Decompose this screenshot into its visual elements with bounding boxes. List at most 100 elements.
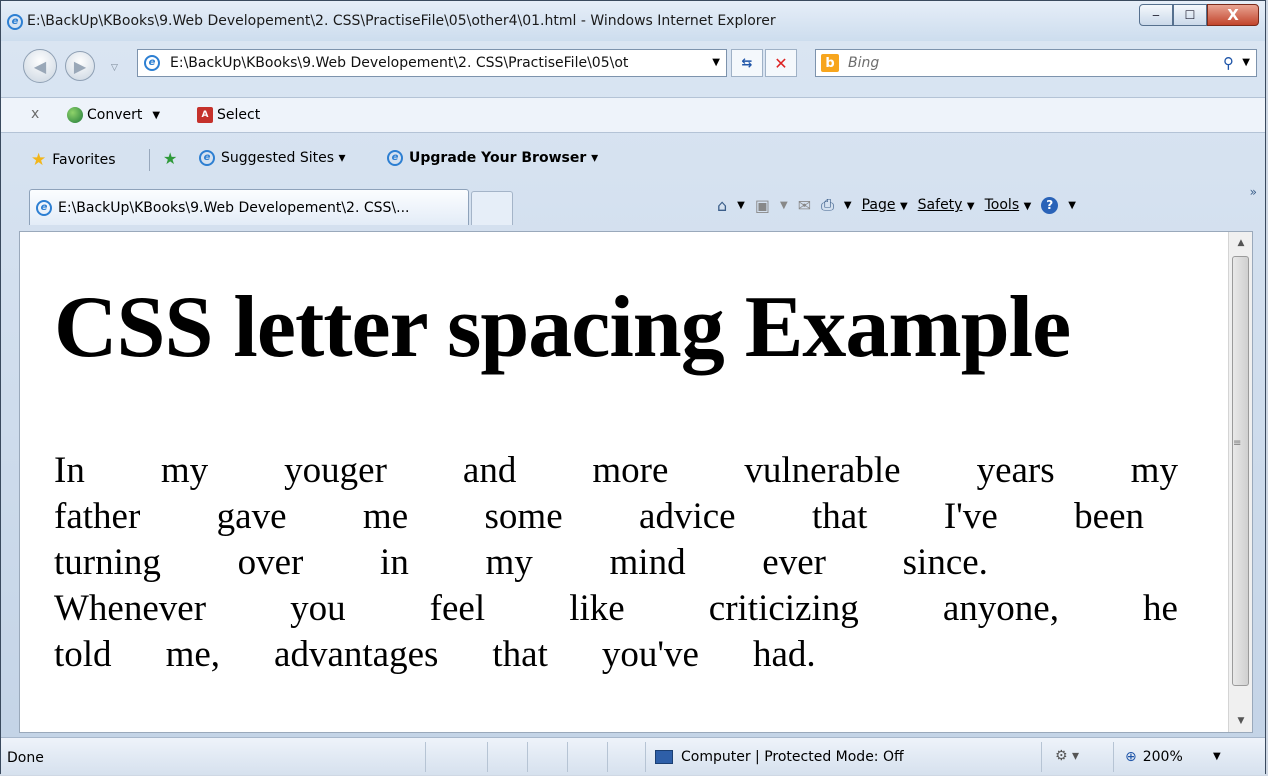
navigation-bar: ◀ ▶ ▽ e E:\BackUp\KBooks\9.Web Developem… [1, 41, 1265, 93]
help-icon[interactable]: ? [1041, 196, 1059, 214]
scrollbar-thumb[interactable] [1232, 256, 1249, 686]
paragraph-word: and [462, 450, 517, 491]
address-input[interactable]: E:\BackUp\KBooks\9.Web Developement\2. C… [170, 55, 628, 71]
upgrade-browser-button[interactable]: e Upgrade Your Browser ▾ [387, 150, 598, 166]
paragraph-word: some [484, 496, 563, 537]
zoom-magnifier-icon: ⊕ [1125, 749, 1137, 765]
zoom-control[interactable]: ⊕ 200% [1125, 749, 1183, 765]
security-zone[interactable]: Computer | Protected Mode: Off [655, 749, 904, 765]
page-menu[interactable]: Page ▼ [862, 197, 908, 213]
computer-zone-icon [655, 750, 673, 764]
status-divider [527, 742, 528, 772]
add-to-favorites-icon[interactable]: ★ [163, 149, 177, 168]
status-text: Done [7, 750, 44, 766]
print-icon[interactable]: ⎙ [821, 195, 834, 215]
recent-pages-dropdown[interactable]: ▽ [111, 63, 118, 73]
tab-active[interactable]: e E:\BackUp\KBooks\9.Web Developement\2.… [29, 189, 469, 225]
minimize-button[interactable]: ‒ [1139, 4, 1173, 26]
suggested-sites-icon: e [199, 150, 215, 166]
title-bar: e E:\BackUp\KBooks\9.Web Developement\2.… [1, 1, 1265, 41]
maximize-button[interactable]: ☐ [1173, 4, 1207, 26]
read-mail-icon[interactable]: ✉ [798, 196, 811, 215]
paragraph-line: father gave me some advice that I've been [54, 494, 1144, 540]
paragraph-line: told me, advantages that you've had. [54, 632, 1178, 678]
paragraph-word: me [362, 496, 409, 537]
back-button[interactable]: ◀ [23, 49, 57, 83]
scroll-down-icon[interactable]: ▼ [1229, 710, 1252, 732]
favorites-button[interactable]: ★ Favorites [31, 150, 116, 170]
paragraph-word: years [976, 450, 1055, 491]
search-input[interactable]: Bing [848, 55, 879, 71]
print-dropdown-icon[interactable]: ▼ [844, 200, 852, 211]
convert-dropdown-icon[interactable]: ▼ [152, 110, 160, 121]
pdf-toolbar: x Convert ▼ A Select [1, 97, 1265, 133]
tools-menu-dropdown-icon: ▼ [1023, 201, 1032, 212]
favorites-bar: ★ Favorites ★ e Suggested Sites ▾ e Upgr… [1, 141, 1265, 179]
suggested-sites-label: Suggested Sites ▾ [221, 150, 346, 166]
select-button[interactable]: A Select [197, 107, 260, 123]
forward-arrow-icon: ▶ [73, 56, 87, 76]
tools-menu[interactable]: Tools ▼ [985, 197, 1032, 213]
address-dropdown-icon[interactable]: ▼ [712, 57, 720, 68]
page-viewport: CSS letter spacing Example In my youger and… [19, 231, 1253, 733]
protected-mode-icon[interactable]: ⚙ ▾ [1055, 748, 1079, 764]
pdf-select-icon: A [197, 107, 213, 123]
paragraph-word: more [592, 450, 669, 491]
stop-button[interactable]: ✕ [765, 49, 797, 77]
help-dropdown-icon[interactable]: ▼ [1068, 200, 1076, 211]
paragraph-word: advice [639, 496, 736, 537]
forward-button[interactable]: ▶ [65, 51, 95, 81]
feeds-dropdown-icon[interactable]: ▼ [780, 200, 788, 211]
vertical-scrollbar[interactable]: ▲ ≡ ▼ [1228, 232, 1252, 732]
upgrade-browser-icon: e [387, 150, 403, 166]
page-menu-dropdown-icon: ▼ [899, 201, 908, 212]
tab-page-icon: e [36, 200, 52, 216]
favorites-label: Favorites [52, 152, 116, 168]
paragraph-word: criticizing [708, 588, 859, 629]
status-bar: Done Computer | Protected Mode: Off ⚙ ▾ … [1, 737, 1265, 775]
search-box[interactable]: b Bing ⚲ ▼ [815, 49, 1257, 77]
back-arrow-icon: ◀ [33, 56, 47, 76]
safety-menu[interactable]: Safety ▼ [918, 197, 975, 213]
close-toolbar-button[interactable]: x [31, 106, 39, 122]
upgrade-browser-label: Upgrade Your Browser ▾ [409, 150, 599, 166]
search-icon[interactable]: ⚲ [1223, 54, 1234, 72]
new-tab-button[interactable] [471, 191, 513, 225]
paragraph-word: Whenever [54, 588, 207, 629]
home-dropdown-icon[interactable]: ▼ [737, 200, 745, 211]
feeds-icon[interactable]: ▣ [755, 196, 770, 215]
paragraph-word: I've [943, 496, 998, 537]
more-commands-chevron-icon[interactable]: » [1250, 185, 1257, 199]
suggested-sites-button[interactable]: e Suggested Sites ▾ [199, 150, 346, 166]
search-options-dropdown-icon[interactable]: ▼ [1242, 57, 1250, 68]
address-bar[interactable]: e E:\BackUp\KBooks\9.Web Developement\2.… [137, 49, 727, 77]
paragraph-line: turning over in my mind ever since. [54, 540, 988, 586]
paragraph-word: gave [216, 496, 287, 537]
zoom-level: 200% [1142, 749, 1183, 765]
paragraph-word: advantages [274, 634, 439, 675]
home-icon[interactable]: ⌂ [717, 196, 727, 215]
stop-icon: ✕ [774, 53, 788, 73]
paragraph-word: been [1074, 496, 1144, 537]
ie-logo-icon: e [7, 14, 23, 30]
refresh-button[interactable]: ⇆ [731, 49, 763, 77]
paragraph-word: my [485, 542, 533, 583]
status-divider [1113, 742, 1114, 772]
paragraph-word: youger [284, 450, 387, 491]
paragraph-word: that [492, 634, 548, 675]
paragraph-word: told [54, 634, 112, 675]
select-label: Select [217, 107, 261, 123]
paragraph-word: in [380, 542, 409, 583]
zoom-dropdown-icon[interactable]: ▼ [1213, 751, 1221, 762]
close-button[interactable]: X [1207, 4, 1259, 26]
security-zone-label: Computer | Protected Mode: Off [681, 749, 904, 765]
paragraph-word: my [160, 450, 209, 491]
paragraph-word: ever [762, 542, 826, 583]
safety-menu-label: Safety [917, 197, 963, 213]
tools-menu-label: Tools [984, 197, 1020, 213]
scroll-up-icon[interactable]: ▲ [1229, 232, 1252, 254]
convert-label: Convert [87, 107, 143, 123]
scrollbar-grip-icon: ≡ [1233, 438, 1242, 449]
convert-button[interactable]: Convert ▼ [67, 107, 160, 123]
document: CSS letter spacing Example In my youger and… [20, 232, 1228, 732]
